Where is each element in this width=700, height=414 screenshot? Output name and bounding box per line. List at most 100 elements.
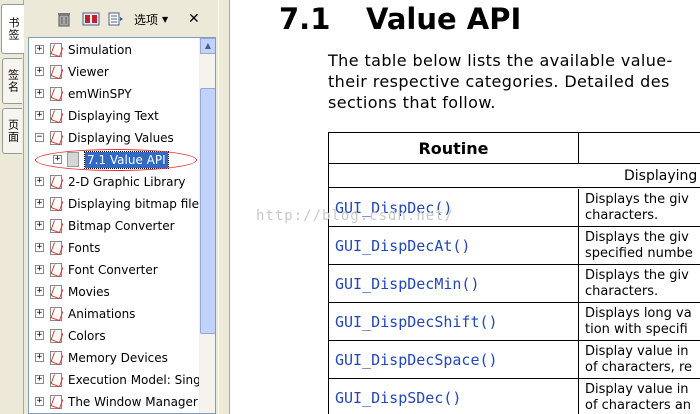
bookmark-item[interactable]: + Simulation <box>29 39 199 61</box>
expand-icon[interactable]: + <box>35 67 44 76</box>
bookmark-label: emWinSPY <box>68 87 132 101</box>
expand-icon[interactable]: + <box>35 353 44 362</box>
bookmark-label: Movies <box>68 285 110 299</box>
bookmark-label: Displaying Values <box>68 131 174 145</box>
category-row: Displaying <box>329 164 700 188</box>
options-label: 选项 <box>134 12 159 27</box>
tab-bookmarks[interactable]: 书签 <box>1 4 24 54</box>
bookmarks-toolbar: 选项 ▼ ✕ <box>24 0 218 36</box>
expand-bookmark-button[interactable] <box>108 10 124 28</box>
expand-icon[interactable]: + <box>35 177 44 186</box>
trash-icon <box>58 13 70 27</box>
expand-icon[interactable]: + <box>35 331 44 340</box>
routine-link[interactable]: GUI_DispDecAt() <box>329 227 579 265</box>
bookmark-item[interactable]: + Displaying Text <box>29 105 199 127</box>
expand-icon[interactable]: + <box>35 309 44 318</box>
delete-bookmark-button[interactable] <box>56 10 72 28</box>
routine-description: Displays long va tion with specifi <box>585 306 692 337</box>
intro-paragraph: The table below lists the available valu… <box>328 51 673 112</box>
tab-bookmarks-label: 书签 <box>7 17 20 41</box>
tab-pages[interactable]: 页面 <box>2 108 22 154</box>
tab-signatures-label: 签名 <box>6 69 20 93</box>
bookmark-label: Viewer <box>68 65 109 79</box>
bookmark-scrollbar[interactable]: ▲ <box>199 38 215 413</box>
options-menu-button[interactable]: 选项 ▼ <box>134 10 168 28</box>
bookmark-item[interactable]: +2-D Graphic Library <box>29 171 199 193</box>
pdf-bookmark-icon <box>50 351 62 365</box>
bookmark-label: Simulation <box>68 43 132 57</box>
bookmark-tree: + Simulation + Viewer + emWinSPY + Displayin… <box>28 37 216 414</box>
routine-description: Displays the giv characters. <box>585 192 689 223</box>
routine-link[interactable]: GUI_DispDecMin() <box>329 265 579 303</box>
routine-description: Displays the giv specified numbe <box>585 230 693 261</box>
bookmark-item[interactable]: + Execution Model: Singl <box>29 369 204 391</box>
bookmark-icon <box>82 12 100 26</box>
expand-icon[interactable]: + <box>35 199 44 208</box>
expand-icon[interactable]: + <box>35 221 44 230</box>
routine-description: Display value in of characters, re <box>585 344 693 375</box>
section-number: 7.1 <box>279 2 331 36</box>
bookmark-item[interactable]: + Animations <box>29 303 199 325</box>
pdf-bookmark-icon <box>50 43 62 57</box>
bookmark-item[interactable]: + Fonts <box>29 237 199 259</box>
pdf-bookmark-icon <box>50 307 62 321</box>
bookmark-item[interactable]: − Displaying Values <box>29 127 199 149</box>
table-row: GUI_DispDecMin() Displays the giv charac… <box>329 265 700 303</box>
bookmark-item[interactable]: + Displaying bitmap files <box>29 193 205 215</box>
pdf-bookmark-icon <box>50 87 62 101</box>
routine-description: Display value in of characters an <box>585 382 692 413</box>
expand-icon[interactable]: + <box>35 287 44 296</box>
expand-icon[interactable]: + <box>35 111 44 120</box>
expand-icon[interactable]: + <box>35 243 44 252</box>
bookmark-item[interactable]: + Font Converter <box>29 259 199 281</box>
table-row: GUI_DispDecShift() Displays long va tion… <box>329 303 700 341</box>
close-icon: ✕ <box>188 11 200 27</box>
bookmark-item[interactable]: + Colors <box>29 325 199 347</box>
expand-icon[interactable]: + <box>35 375 44 384</box>
bookmark-item[interactable]: + Viewer <box>29 61 199 83</box>
table-row: GUI_DispDecSpace() Display value in of c… <box>329 341 700 379</box>
chevron-down-icon: ▼ <box>162 14 169 24</box>
description-column-header <box>579 133 700 164</box>
expand-icon[interactable]: + <box>35 397 44 406</box>
expand-icon[interactable]: + <box>53 155 62 164</box>
bookmark-label: Bitmap Converter <box>68 219 175 233</box>
routine-link[interactable]: GUI_DispDecShift() <box>329 303 579 341</box>
section-title: Value API <box>366 2 522 36</box>
expand-icon[interactable]: + <box>35 265 44 274</box>
routine-description: Displays the giv characters. <box>585 268 689 299</box>
bookmark-label: Animations <box>68 307 136 321</box>
bookmark-label: Fonts <box>68 241 101 255</box>
new-bookmark-button[interactable] <box>82 10 100 28</box>
table-row: GUI_DispDecAt() Displays the giv specifi… <box>329 227 700 265</box>
page-icon <box>67 152 79 167</box>
pdf-bookmark-icon <box>50 329 62 343</box>
routine-link[interactable]: GUI_DispDecSpace() <box>329 341 579 379</box>
tab-signatures[interactable]: 签名 <box>2 58 22 104</box>
pdf-bookmark-icon <box>50 285 62 299</box>
bookmark-label: Execution Model: Singl <box>68 373 205 387</box>
bookmark-label: Displaying bitmap files <box>68 197 206 211</box>
routine-link[interactable]: GUI_DispSDec() <box>329 379 579 414</box>
bookmark-item[interactable]: + Bitmap Converter <box>29 215 199 237</box>
pdf-bookmark-icon <box>50 219 62 233</box>
expand-icon[interactable]: + <box>35 89 44 98</box>
scroll-up-icon[interactable]: ▲ <box>200 38 215 54</box>
scrollbar-thumb[interactable] <box>200 88 215 334</box>
expand-icon[interactable]: + <box>35 45 44 54</box>
bookmark-item[interactable]: + Movies <box>29 281 199 303</box>
navigation-tab-strip: 书签 签名 页面 <box>0 0 24 414</box>
routine-column-header: Routine <box>329 133 579 164</box>
bookmark-item[interactable]: + emWinSPY <box>29 83 199 105</box>
bookmark-item[interactable]: + Memory Devices <box>29 347 199 369</box>
panel-splitter[interactable] <box>218 0 230 414</box>
pdf-bookmark-icon <box>50 197 62 211</box>
pdf-bookmark-icon <box>50 65 62 79</box>
close-panel-button[interactable]: ✕ <box>188 10 200 28</box>
table-row: GUI_DispSDec() Display value in of chara… <box>329 379 700 414</box>
pdf-bookmark-icon <box>50 395 62 409</box>
watermark-text: http://blog.csdn.net/ <box>256 208 455 224</box>
bookmark-item[interactable]: + The Window Manager <box>29 391 199 413</box>
bookmark-child-item[interactable]: + 7.1 Value API <box>29 149 199 171</box>
collapse-icon[interactable]: − <box>35 133 44 142</box>
